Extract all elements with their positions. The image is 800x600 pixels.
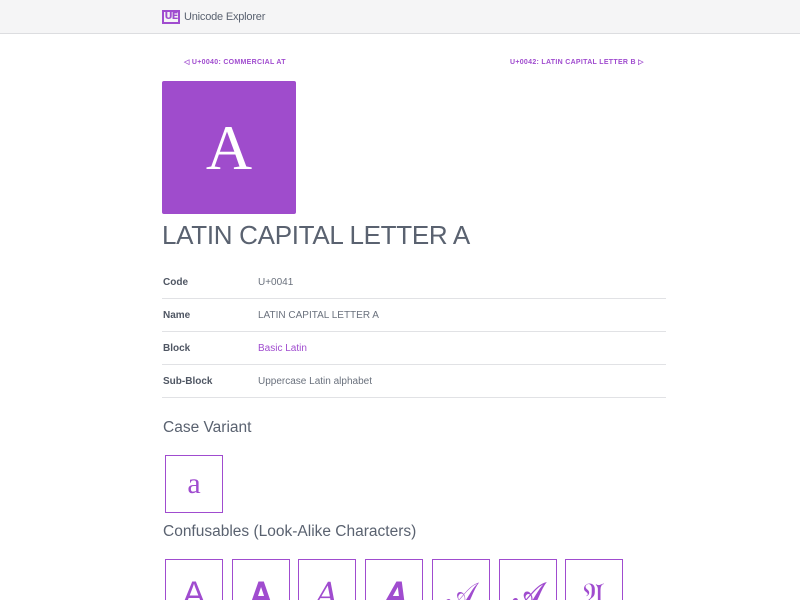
property-row-block: Block Basic Latin: [162, 332, 666, 365]
property-key: Name: [163, 309, 191, 321]
case-variant-char-box[interactable]: a: [165, 455, 223, 513]
confusable-glyph: 𝓐: [512, 575, 544, 600]
character-properties-table: Code U+0041 Name LATIN CAPITAL LETTER A …: [162, 266, 666, 398]
property-row-sub-block: Sub-Block Uppercase Latin alphabet: [162, 365, 666, 398]
property-key: Sub-Block: [163, 375, 213, 387]
confusable-char-box[interactable]: A: [165, 559, 223, 600]
case-variant-heading: Case Variant: [163, 419, 252, 436]
character-glyph-tile: A: [162, 81, 296, 214]
confusable-glyph: 𝔄: [583, 575, 605, 600]
confusable-glyph: 𝐴: [315, 575, 339, 600]
confusable-char-box[interactable]: 𝒜: [432, 559, 490, 600]
previous-character-link[interactable]: ◁ U+0040: COMMERCIAL AT: [184, 58, 286, 66]
confusable-char-box[interactable]: 𝓐: [499, 559, 557, 600]
brand-home-link[interactable]: UE Unicode Explorer: [162, 8, 265, 25]
property-value: Uppercase Latin alphabet: [258, 375, 372, 387]
property-value: U+0041: [258, 276, 294, 288]
confusable-char-box[interactable]: 𝐴: [298, 559, 356, 600]
confusable-char-box[interactable]: 𝐀: [232, 559, 290, 600]
unicode-explorer-logo-icon: UE: [162, 9, 180, 24]
confusable-glyph: 𝒜: [445, 575, 477, 600]
case-variant-glyph: a: [187, 467, 201, 500]
next-character-link[interactable]: U+0042: LATIN CAPITAL LETTER B ▷: [510, 58, 644, 66]
app-name: Unicode Explorer: [184, 10, 266, 23]
property-row-code: Code U+0041: [162, 266, 666, 299]
property-row-name: Name LATIN CAPITAL LETTER A: [162, 299, 666, 332]
confusable-char-box[interactable]: 𝑨: [365, 559, 423, 600]
confusable-glyph: 𝑨: [382, 575, 406, 600]
confusables-heading: Confusables (Look-Alike Characters): [163, 523, 417, 540]
confusable-glyph: 𝐀: [249, 575, 273, 600]
block-link[interactable]: Basic Latin: [258, 343, 307, 354]
confusable-glyph: A: [182, 575, 206, 600]
property-key: Code: [163, 276, 188, 288]
character-glyph: A: [205, 111, 253, 183]
top-bar: UE Unicode Explorer: [0, 0, 800, 34]
property-value: LATIN CAPITAL LETTER A: [258, 309, 379, 321]
confusable-char-box[interactable]: 𝔄: [565, 559, 623, 600]
property-key: Block: [163, 342, 191, 354]
character-name-title: LATIN CAPITAL LETTER A: [162, 220, 470, 250]
